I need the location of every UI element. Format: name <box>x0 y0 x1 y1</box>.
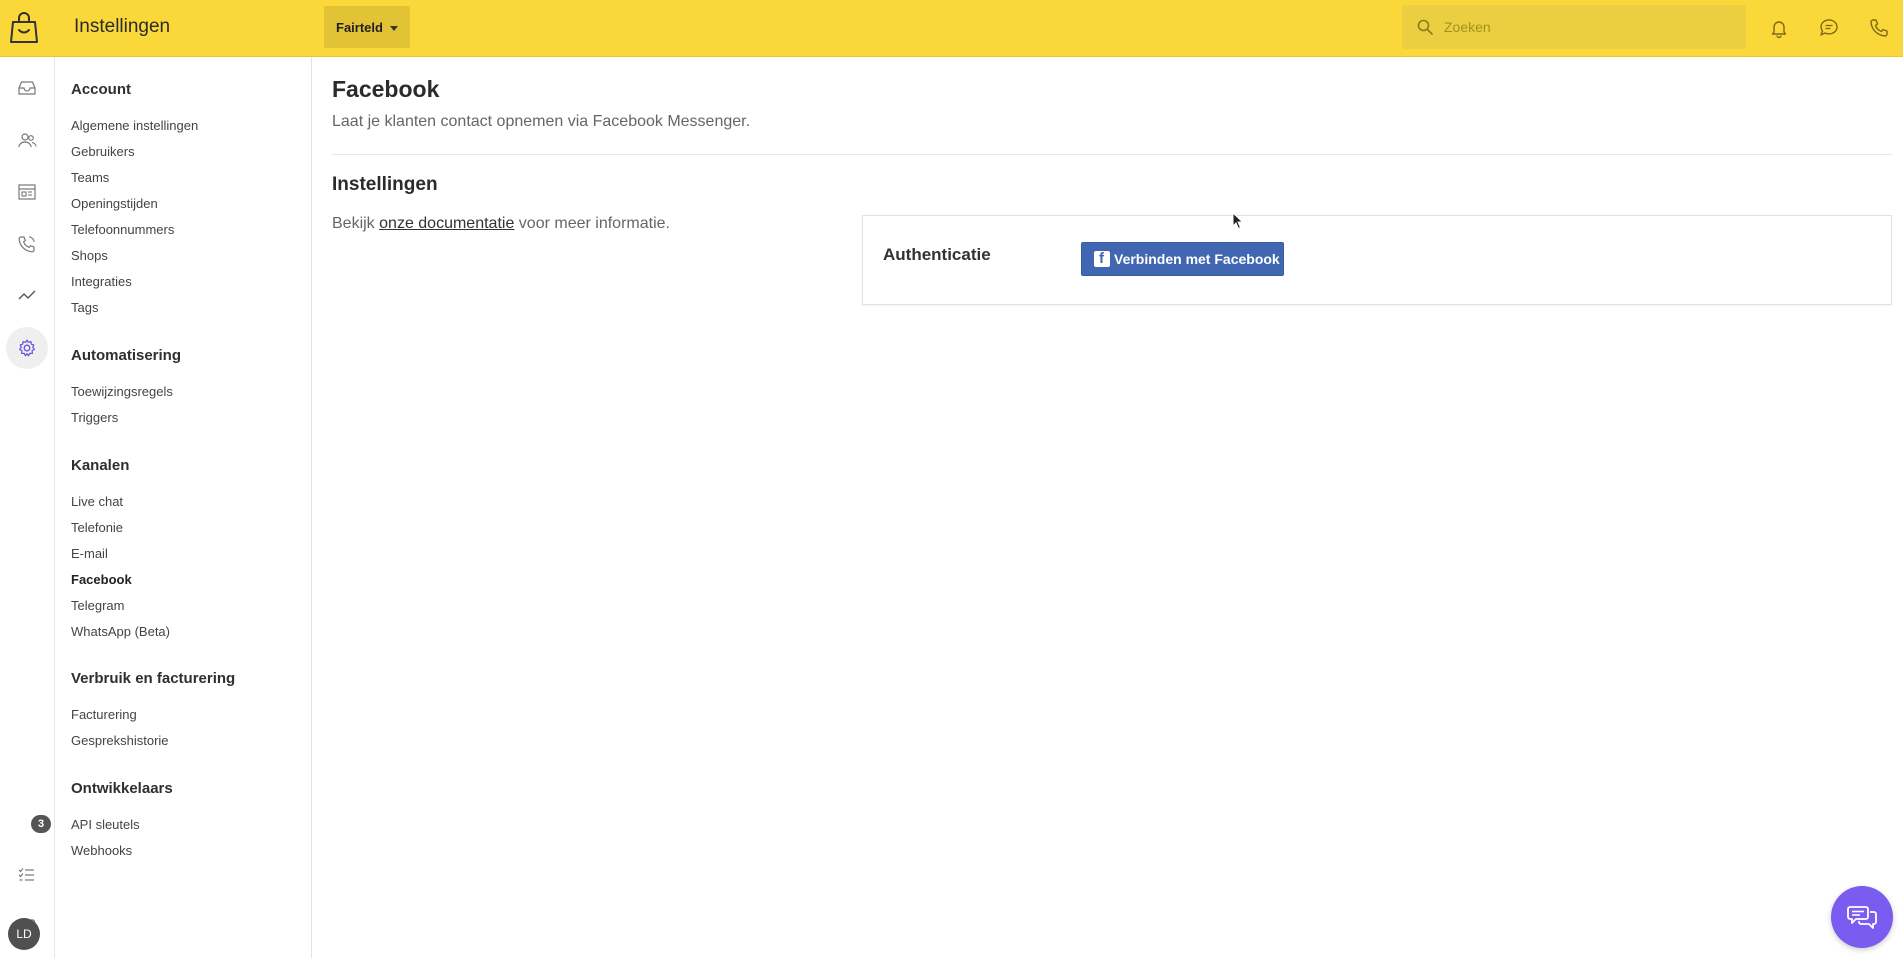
sidebar-item-facturering[interactable]: Facturering <box>71 707 137 722</box>
caret-down-icon <box>390 26 398 31</box>
sidebar-item-openingstijden[interactable]: Openingstijden <box>71 196 158 211</box>
chat-bubbles-icon <box>1847 906 1877 929</box>
sidebar-item-shops[interactable]: Shops <box>71 248 108 263</box>
phone-call-icon <box>18 236 35 253</box>
settings-nav-button[interactable] <box>6 327 48 369</box>
connect-facebook-label: Verbinden met Facebook <box>1114 251 1280 267</box>
nav-group-account: Account <box>71 81 131 98</box>
doc-suffix: voor meer informatie. <box>518 215 670 232</box>
shop-selector-dropdown[interactable]: Fairteld <box>324 6 410 48</box>
sidebar-item-whatsapp[interactable]: WhatsApp (Beta) <box>71 624 170 639</box>
authentication-label: Authenticatie <box>883 245 991 264</box>
sidebar-item-tags[interactable]: Tags <box>71 300 98 315</box>
page-title: Facebook <box>332 76 440 102</box>
gear-icon <box>19 339 35 357</box>
inbox-icon <box>18 81 36 95</box>
mouse-cursor-icon <box>1232 212 1244 230</box>
sidebar-item-telefonie[interactable]: Telefonie <box>71 520 123 535</box>
sidebar-item-triggers[interactable]: Triggers <box>71 410 118 425</box>
chat-launcher-button[interactable] <box>1831 886 1893 948</box>
user-avatar[interactable]: LD <box>8 918 40 950</box>
connect-facebook-button[interactable]: f Verbinden met Facebook <box>1081 242 1284 276</box>
sidebar-item-live-chat[interactable]: Live chat <box>71 494 123 509</box>
analytics-nav-button[interactable] <box>6 275 48 317</box>
tasks-nav-button[interactable] <box>6 854 48 896</box>
section-title: Instellingen <box>332 174 438 195</box>
phone-icon[interactable] <box>1868 17 1890 39</box>
page-subtitle: Laat je klanten contact opnemen via Face… <box>332 113 751 130</box>
shop-nav-button[interactable] <box>6 171 48 213</box>
nav-group-ontwikkelaars: Ontwikkelaars <box>71 780 173 797</box>
sidebar-item-facebook[interactable]: Facebook <box>71 572 132 587</box>
tasks-count-badge: 3 <box>31 815 51 833</box>
task-list-icon <box>18 868 34 881</box>
authentication-card: Authenticatie f Verbinden met Facebook <box>862 215 1892 305</box>
shop-selector-label: Fairteld <box>336 20 383 35</box>
app-title: Instellingen <box>74 16 171 37</box>
settings-sidebar: Account Algemene instellingen Gebruikers… <box>56 57 312 958</box>
search-box[interactable] <box>1402 5 1746 49</box>
sidebar-item-gebruikers[interactable]: Gebruikers <box>71 144 135 159</box>
sidebar-item-telefoonnummers[interactable]: Telefoonnummers <box>71 222 174 237</box>
nav-group-verbruik-en-facturering: Verbruik en facturering <box>71 670 236 687</box>
icon-rail: 3 LD <box>0 57 55 958</box>
sidebar-item-teams[interactable]: Teams <box>71 170 109 185</box>
top-bar: Instellingen Fairteld <box>0 0 1903 57</box>
search-input[interactable] <box>1444 5 1734 49</box>
sidebar-item-e-mail[interactable]: E-mail <box>71 546 108 561</box>
sidebar-item-integraties[interactable]: Integraties <box>71 274 132 289</box>
sidebar-item-gesprekshistorie[interactable]: Gesprekshistorie <box>71 733 169 748</box>
sidebar-item-telegram[interactable]: Telegram <box>71 598 124 613</box>
sidebar-item-webhooks[interactable]: Webhooks <box>71 843 132 858</box>
bell-icon[interactable] <box>1768 17 1790 39</box>
doc-prefix: Bekijk <box>332 215 375 232</box>
nav-group-kanalen: Kanalen <box>71 457 130 474</box>
documentation-link[interactable]: onze documentatie <box>379 215 514 232</box>
sidebar-item-toewijzingsregels[interactable]: Toewijzingsregels <box>71 384 173 399</box>
facebook-icon: f <box>1094 250 1110 267</box>
sidebar-item-algemene-instellingen[interactable]: Algemene instellingen <box>71 118 198 133</box>
search-icon <box>1417 19 1433 35</box>
chat-bubble-icon[interactable] <box>1818 17 1840 39</box>
storefront-icon <box>18 184 36 200</box>
shopping-bag-logo-icon[interactable] <box>8 10 40 44</box>
inbox-nav-button[interactable] <box>6 67 48 109</box>
sidebar-item-api-sleutels[interactable]: API sleutels <box>71 817 140 832</box>
calls-nav-button[interactable] <box>6 223 48 265</box>
contacts-nav-button[interactable] <box>6 119 48 161</box>
nav-group-automatisering: Automatisering <box>71 347 182 364</box>
contacts-icon <box>18 133 37 148</box>
line-chart-icon <box>18 290 36 300</box>
divider <box>332 154 1892 155</box>
documentation-text: Bekijk onze documentatie voor meer infor… <box>332 215 670 233</box>
